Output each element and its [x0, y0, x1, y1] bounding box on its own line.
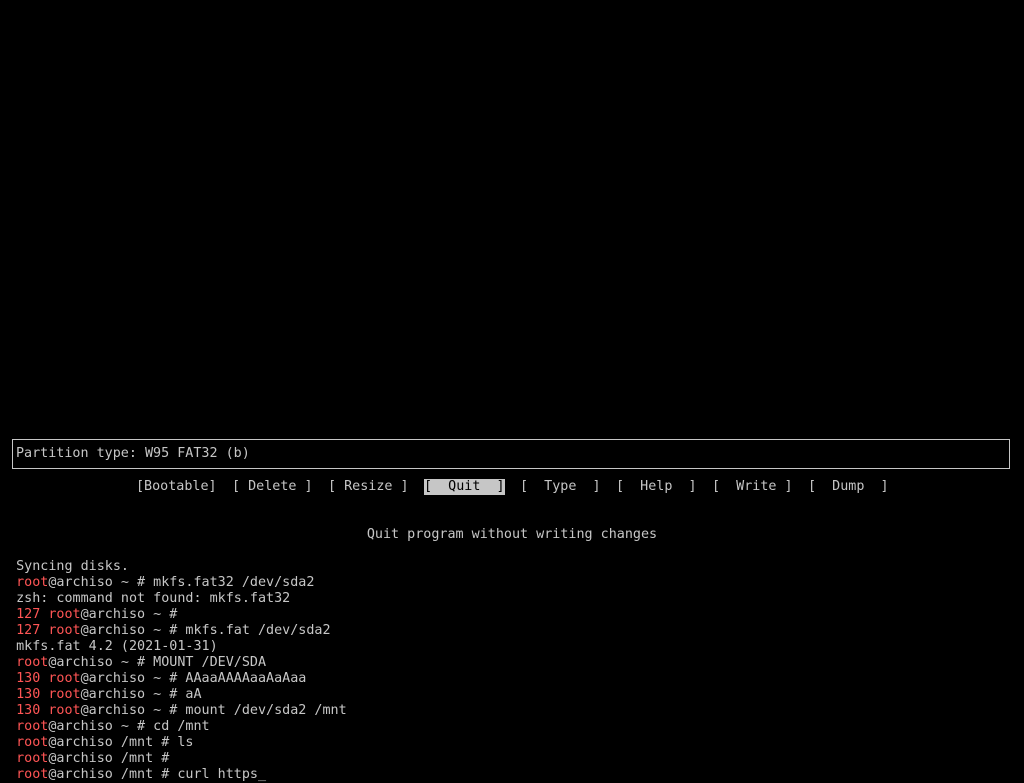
current-command[interactable]: /mnt # curl https_: [113, 767, 266, 782]
menu-quit-button[interactable]: [ Quit ]: [424, 479, 505, 495]
terminal-line: mkfs.fat 4.2 (2021-01-31): [0, 623, 218, 654]
terminal-line: 127 root@archiso ~ # mkfs.fat /dev/sda2: [0, 607, 330, 638]
menu-resize-button[interactable]: [ Resize ]: [328, 479, 409, 495]
menu-type-button[interactable]: [ Type ]: [520, 479, 601, 495]
terminal-line: root@archiso /mnt # ls: [0, 719, 193, 750]
menu-bootable-button[interactable]: [Bootable]: [136, 479, 217, 495]
terminal-line: 130 root@archiso ~ # aA: [0, 671, 201, 702]
terminal-line: root@archiso ~ # mkfs.fat32 /dev/sda2: [0, 559, 314, 590]
terminal-line: 130 root@archiso ~ # AAaaAAAAaaAaAaa: [0, 655, 306, 686]
terminal-line: root@archiso ~ # MOUNT /DEV/SDA: [0, 639, 266, 670]
prompt-host: @archiso: [48, 767, 113, 782]
menu-dump-button[interactable]: [ Dump ]: [808, 479, 889, 495]
terminal-line: 130 root@archiso ~ # mount /dev/sda2 /mn…: [0, 687, 347, 718]
prompt-user: root: [16, 767, 49, 782]
terminal-line: Syncing disks.: [0, 543, 129, 574]
terminal-line: 127 root@archiso ~ #: [0, 591, 177, 622]
partition-type-info: Partition type: W95 FAT32 (b): [16, 446, 250, 461]
menu-write-button[interactable]: [ Write ]: [712, 479, 793, 495]
terminal-input-line[interactable]: root@archiso /mnt # curl https_: [0, 751, 266, 782]
terminal-line: root@archiso /mnt #: [0, 735, 169, 766]
terminal-line: zsh: command not found: mkfs.fat32: [0, 575, 290, 606]
terminal-line: root@archiso ~ # cd /mnt: [0, 703, 210, 734]
menu-help-text: Quit program without writing changes: [366, 527, 658, 542]
partition-info-box: Partition type: W95 FAT32 (b): [12, 439, 1010, 469]
cfdisk-menu: [Bootable] [ Delete ] [ Resize ] [ Quit …: [0, 479, 1024, 495]
menu-delete-button[interactable]: [ Delete ]: [232, 479, 313, 495]
menu-help-button[interactable]: [ Help ]: [616, 479, 697, 495]
